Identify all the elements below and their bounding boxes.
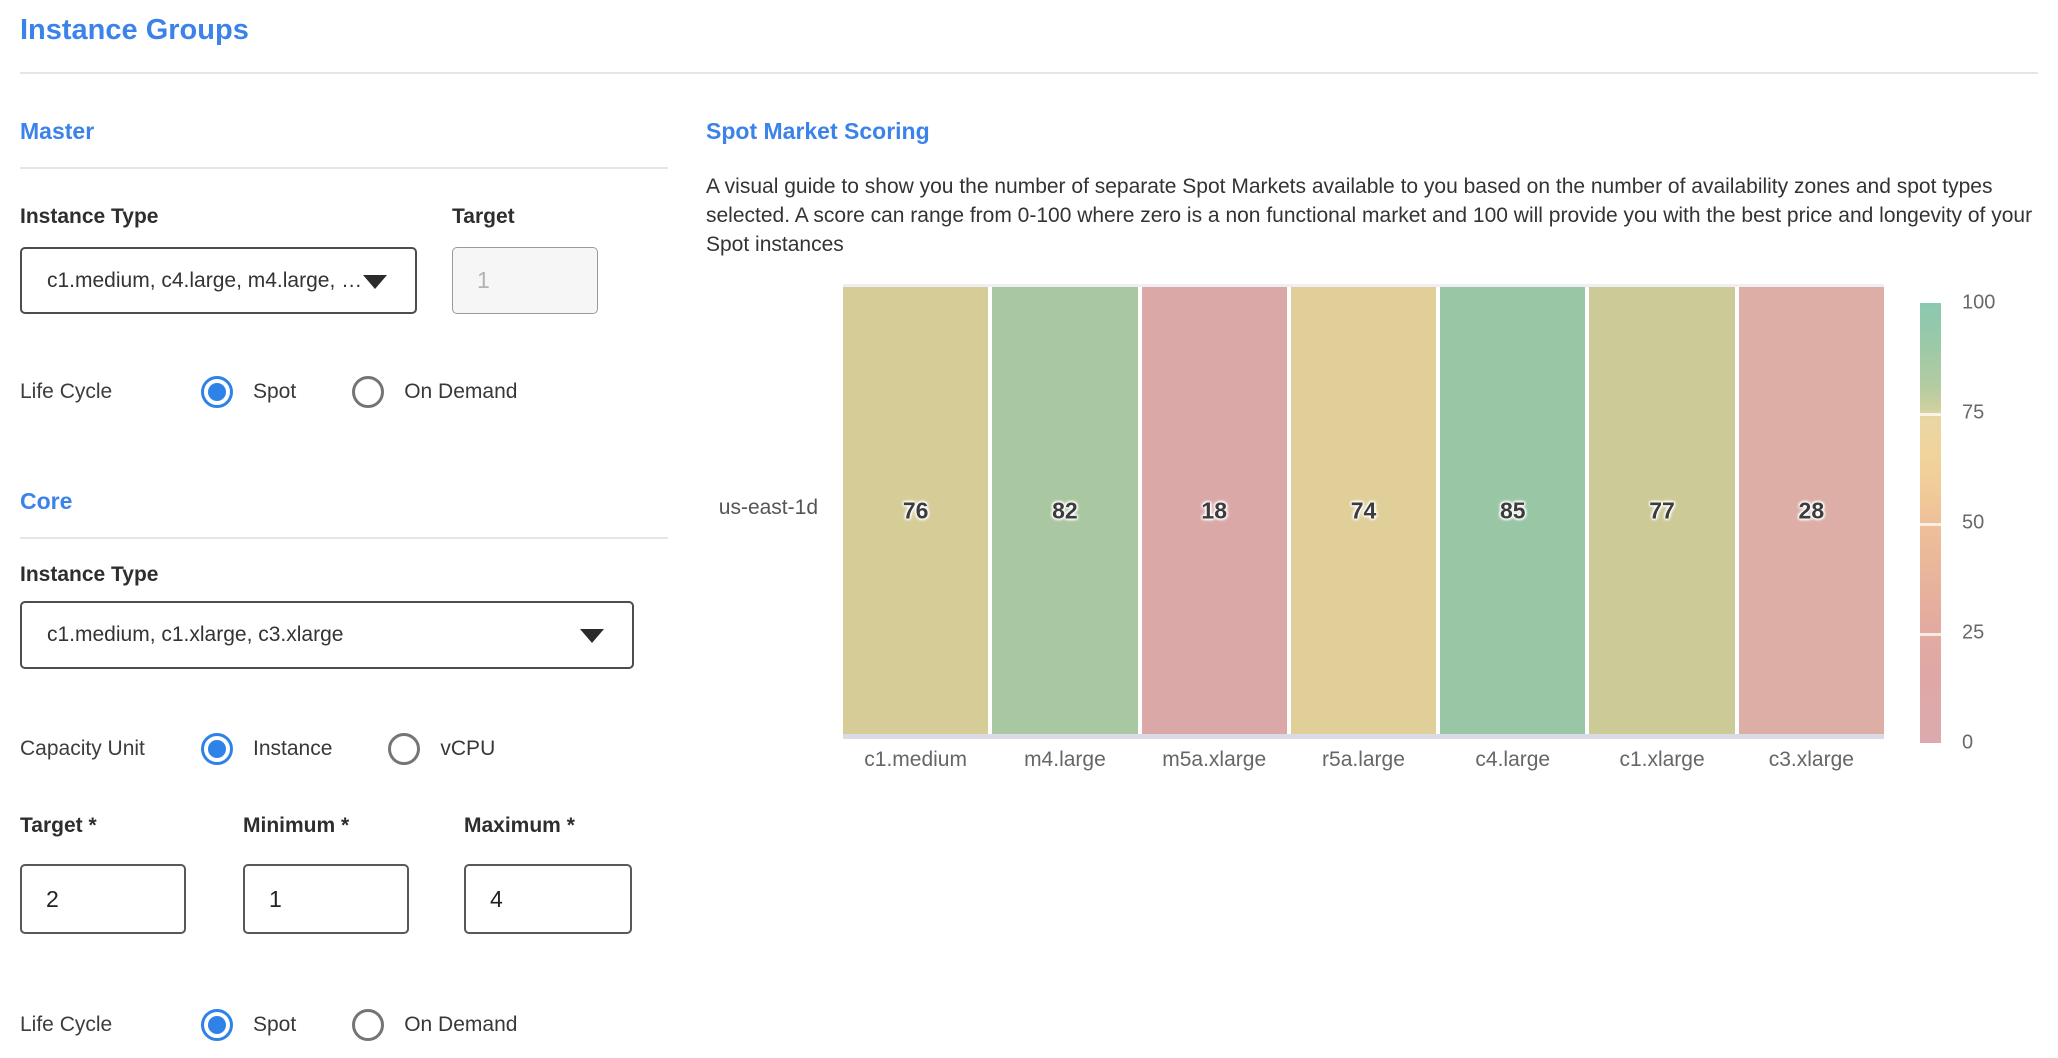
core-capacity-unit-label: Capacity Unit	[20, 737, 201, 761]
core-capacity-instance-option[interactable]: Instance	[201, 733, 332, 765]
colorbar-tick-0: 0	[1962, 732, 1973, 755]
instance-groups-page: Instance Groups Master Instance Type c1.…	[0, 0, 2058, 1058]
master-section-heading: Master	[20, 118, 94, 145]
heatmap-cell-value: 85	[1440, 497, 1585, 524]
core-target-input[interactable]	[20, 864, 186, 934]
colorbar-tick-75: 75	[1962, 402, 1984, 425]
master-lifecycle-spot-label: Spot	[253, 380, 296, 404]
chevron-down-icon	[580, 629, 604, 643]
radio-unselected-icon[interactable]	[388, 733, 420, 765]
colorbar-divider	[1920, 413, 1941, 416]
core-lifecycle-spot-label: Spot	[253, 1013, 296, 1037]
heatmap-cell-value: 28	[1739, 497, 1884, 524]
radio-selected-icon[interactable]	[201, 1009, 233, 1041]
core-maximum-input[interactable]	[464, 864, 632, 934]
master-divider	[20, 167, 668, 169]
heatmap-x-labels: c1.mediumm4.largem5a.xlarger5a.largec4.l…	[843, 748, 1884, 772]
master-target-input[interactable]	[452, 247, 598, 314]
chevron-down-icon	[363, 275, 387, 289]
colorbar-tick-25: 25	[1962, 622, 1984, 645]
core-capacity-instance-label: Instance	[253, 737, 332, 761]
heatmap-x-label-c1.medium: c1.medium	[843, 748, 988, 772]
core-minimum-label: Minimum *	[243, 814, 349, 838]
core-instance-type-label: Instance Type	[20, 563, 159, 587]
core-instance-type-dropdown[interactable]: c1.medium, c1.xlarge, c3.xlarge	[20, 601, 634, 669]
heatmap-cell-value: 74	[1291, 497, 1436, 524]
heatmap-row-label: us-east-1d	[640, 496, 818, 520]
colorbar-tick-100: 100	[1962, 292, 1995, 315]
radio-selected-icon[interactable]	[201, 733, 233, 765]
core-life-cycle-label: Life Cycle	[20, 1013, 201, 1037]
radio-unselected-icon[interactable]	[352, 376, 384, 408]
heatmap-cell-c4.large[interactable]: 85	[1440, 287, 1585, 734]
heatmap-x-label-m5a.xlarge: m5a.xlarge	[1142, 748, 1287, 772]
heatmap-cell-r5a.large[interactable]: 74	[1291, 287, 1436, 734]
heatmap-colorbar	[1920, 303, 1941, 743]
master-lifecycle-spot-option[interactable]: Spot	[201, 376, 296, 408]
core-section-heading: Core	[20, 488, 72, 515]
heatmap-x-label-m4.large: m4.large	[992, 748, 1137, 772]
core-lifecycle-spot-option[interactable]: Spot	[201, 1009, 296, 1041]
heatmap-x-label-r5a.large: r5a.large	[1291, 748, 1436, 772]
core-maximum-label: Maximum *	[464, 814, 575, 838]
colorbar-divider	[1920, 523, 1941, 526]
core-lifecycle-on-demand-label: On Demand	[404, 1013, 517, 1037]
core-target-label: Target *	[20, 814, 97, 838]
core-minimum-input[interactable]	[243, 864, 409, 934]
heatmap-x-label-c4.large: c4.large	[1440, 748, 1585, 772]
core-capacity-unit-row: Capacity Unit Instance vCPU	[20, 732, 551, 766]
heatmap-cell-value: 18	[1142, 497, 1287, 524]
heatmap-cells: 76821874857728	[843, 284, 1884, 739]
master-instance-type-label: Instance Type	[20, 205, 159, 229]
master-target-label: Target	[452, 205, 515, 229]
colorbar-divider	[1920, 633, 1941, 636]
heatmap-x-label-c3.xlarge: c3.xlarge	[1739, 748, 1884, 772]
core-divider	[20, 537, 668, 539]
heatmap-cell-value: 77	[1589, 497, 1734, 524]
title-divider	[20, 72, 2038, 74]
heatmap-cell-value: 76	[843, 497, 988, 524]
core-capacity-vcpu-option[interactable]: vCPU	[388, 733, 495, 765]
heatmap-x-label-c1.xlarge: c1.xlarge	[1589, 748, 1734, 772]
spot-market-scoring-description: A visual guide to show you the number of…	[706, 172, 2040, 259]
colorbar-tick-50: 50	[1962, 512, 1984, 535]
master-lifecycle-on-demand-label: On Demand	[404, 380, 517, 404]
core-life-cycle-row: Life Cycle Spot On Demand	[20, 1008, 573, 1042]
radio-selected-icon[interactable]	[201, 376, 233, 408]
page-title: Instance Groups	[20, 14, 249, 47]
heatmap-cell-c1.medium[interactable]: 76	[843, 287, 988, 734]
master-life-cycle-label: Life Cycle	[20, 380, 201, 404]
master-instance-type-dropdown[interactable]: c1.medium, c4.large, m4.large, …	[20, 247, 417, 314]
heatmap-cell-m4.large[interactable]: 82	[992, 287, 1137, 734]
heatmap-cell-m5a.xlarge[interactable]: 18	[1142, 287, 1287, 734]
radio-unselected-icon[interactable]	[352, 1009, 384, 1041]
core-capacity-vcpu-label: vCPU	[440, 737, 495, 761]
master-instance-type-value: c1.medium, c4.large, m4.large, …	[47, 269, 362, 293]
spot-market-scoring-heading: Spot Market Scoring	[706, 118, 930, 145]
master-lifecycle-on-demand-option[interactable]: On Demand	[352, 376, 517, 408]
heatmap-cell-c3.xlarge[interactable]: 28	[1739, 287, 1884, 734]
core-instance-type-value: c1.medium, c1.xlarge, c3.xlarge	[47, 623, 343, 647]
heatmap-cell-value: 82	[992, 497, 1137, 524]
master-life-cycle-row: Life Cycle Spot On Demand	[20, 375, 573, 409]
core-lifecycle-on-demand-option[interactable]: On Demand	[352, 1009, 517, 1041]
colorbar-ticks: 1007550250	[1962, 303, 2022, 743]
heatmap-cell-c1.xlarge[interactable]: 77	[1589, 287, 1734, 734]
